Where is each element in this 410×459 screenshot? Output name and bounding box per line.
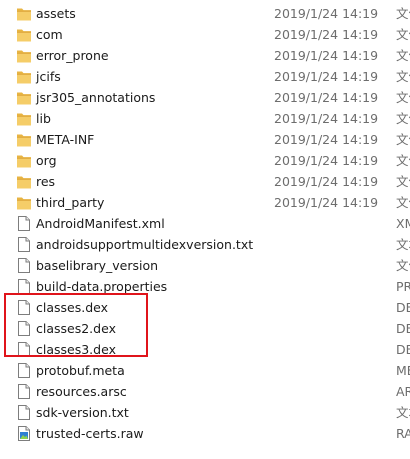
image-file-icon	[16, 425, 32, 442]
file-row[interactable]: jcifs 2019/1/24 14:19 文件夹	[0, 66, 410, 87]
file-date: 2019/1/24 14:19	[274, 48, 379, 63]
file-type: 文件夹	[396, 6, 410, 21]
document-icon	[16, 341, 32, 358]
folder-icon	[16, 5, 32, 22]
file-type: 文件夹	[396, 153, 410, 168]
folder-icon	[16, 68, 32, 85]
file-name: trusted-certs.raw	[36, 426, 144, 441]
file-type: 文件夹	[396, 174, 410, 189]
file-type: 文件夹	[396, 90, 410, 105]
file-row[interactable]: assets 2019/1/24 14:19 文件夹	[0, 3, 410, 24]
file-name: META-INF	[36, 132, 95, 147]
file-type: DEX	[396, 300, 410, 315]
file-row[interactable]: jsr305_annotations 2019/1/24 14:19 文件夹	[0, 87, 410, 108]
file-type: 文本	[396, 405, 410, 420]
folder-icon	[16, 131, 32, 148]
document-icon	[16, 299, 32, 316]
file-type: 文件	[396, 258, 410, 273]
file-name: AndroidManifest.xml	[36, 216, 165, 231]
file-date: 2019/1/24 14:19	[274, 90, 379, 105]
file-date: 2019/1/24 14:19	[274, 27, 379, 42]
file-row[interactable]: resources.arsc ARS	[0, 381, 410, 402]
file-name: error_prone	[36, 48, 109, 63]
document-icon	[16, 362, 32, 379]
document-icon	[16, 404, 32, 421]
file-date: 2019/1/24 14:19	[274, 174, 379, 189]
file-type: 文件夹	[396, 48, 410, 63]
file-type: 文件夹	[396, 69, 410, 84]
file-type: 文件夹	[396, 132, 410, 147]
file-row[interactable]: androidsupportmultidexversion.txt 文本	[0, 234, 410, 255]
file-name: classes3.dex	[36, 342, 116, 357]
file-type: ARS	[396, 384, 410, 399]
file-row[interactable]: classes3.dex DEX	[0, 339, 410, 360]
document-icon	[16, 236, 32, 253]
document-icon	[16, 257, 32, 274]
folder-icon	[16, 89, 32, 106]
file-row[interactable]: AndroidManifest.xml XML	[0, 213, 410, 234]
file-name: res	[36, 174, 56, 189]
file-type: 文件夹	[396, 111, 410, 126]
file-type: DEX	[396, 342, 410, 357]
file-row[interactable]: classes.dex DEX	[0, 297, 410, 318]
file-type: 文本	[396, 237, 410, 252]
document-icon	[16, 320, 32, 337]
folder-icon	[16, 173, 32, 190]
file-name: sdk-version.txt	[36, 405, 129, 420]
file-row[interactable]: lib 2019/1/24 14:19 文件夹	[0, 108, 410, 129]
file-type: 文件夹	[396, 27, 410, 42]
file-name: jcifs	[36, 69, 61, 84]
file-type: RAW	[396, 426, 410, 441]
file-type: MET	[396, 363, 410, 378]
file-name: com	[36, 27, 63, 42]
file-date: 2019/1/24 14:19	[274, 69, 379, 84]
folder-icon	[16, 47, 32, 64]
file-type: PRO	[396, 279, 410, 294]
file-name: classes.dex	[36, 300, 109, 315]
file-name: build-data.properties	[36, 279, 168, 294]
file-date: 2019/1/24 14:19	[274, 153, 379, 168]
document-icon	[16, 215, 32, 232]
file-name: androidsupportmultidexversion.txt	[36, 237, 254, 252]
file-type: XML	[396, 216, 410, 231]
file-row[interactable]: META-INF 2019/1/24 14:19 文件夹	[0, 129, 410, 150]
file-name: org	[36, 153, 57, 168]
file-date: 2019/1/24 14:19	[274, 132, 379, 147]
folder-icon	[16, 110, 32, 127]
document-icon	[16, 383, 32, 400]
file-row[interactable]: build-data.properties PRO	[0, 276, 410, 297]
document-icon	[16, 278, 32, 295]
file-name: protobuf.meta	[36, 363, 125, 378]
file-row[interactable]: protobuf.meta MET	[0, 360, 410, 381]
file-date: 2019/1/24 14:19	[274, 111, 379, 126]
folder-icon	[16, 194, 32, 211]
file-row[interactable]: trusted-certs.raw RAW	[0, 423, 410, 444]
file-date: 2019/1/24 14:19	[274, 6, 379, 21]
file-date: 2019/1/24 14:19	[274, 195, 379, 210]
file-name: jsr305_annotations	[36, 90, 156, 105]
file-list: assets 2019/1/24 14:19 文件夹 com 2019/1/24 14:…	[0, 3, 410, 444]
file-name: resources.arsc	[36, 384, 127, 399]
file-row[interactable]: com 2019/1/24 14:19 文件夹	[0, 24, 410, 45]
file-row[interactable]: third_party 2019/1/24 14:19 文件夹	[0, 192, 410, 213]
file-type: DEX	[396, 321, 410, 336]
folder-icon	[16, 152, 32, 169]
file-name: baselibrary_version	[36, 258, 159, 273]
file-name: assets	[36, 6, 76, 21]
file-row[interactable]: baselibrary_version 文件	[0, 255, 410, 276]
file-row[interactable]: error_prone 2019/1/24 14:19 文件夹	[0, 45, 410, 66]
folder-icon	[16, 26, 32, 43]
file-name: lib	[36, 111, 51, 126]
file-row[interactable]: classes2.dex DEX	[0, 318, 410, 339]
file-row[interactable]: sdk-version.txt 文本	[0, 402, 410, 423]
file-row[interactable]: org 2019/1/24 14:19 文件夹	[0, 150, 410, 171]
file-name: classes2.dex	[36, 321, 116, 336]
file-type: 文件夹	[396, 195, 410, 210]
file-name: third_party	[36, 195, 105, 210]
file-row[interactable]: res 2019/1/24 14:19 文件夹	[0, 171, 410, 192]
